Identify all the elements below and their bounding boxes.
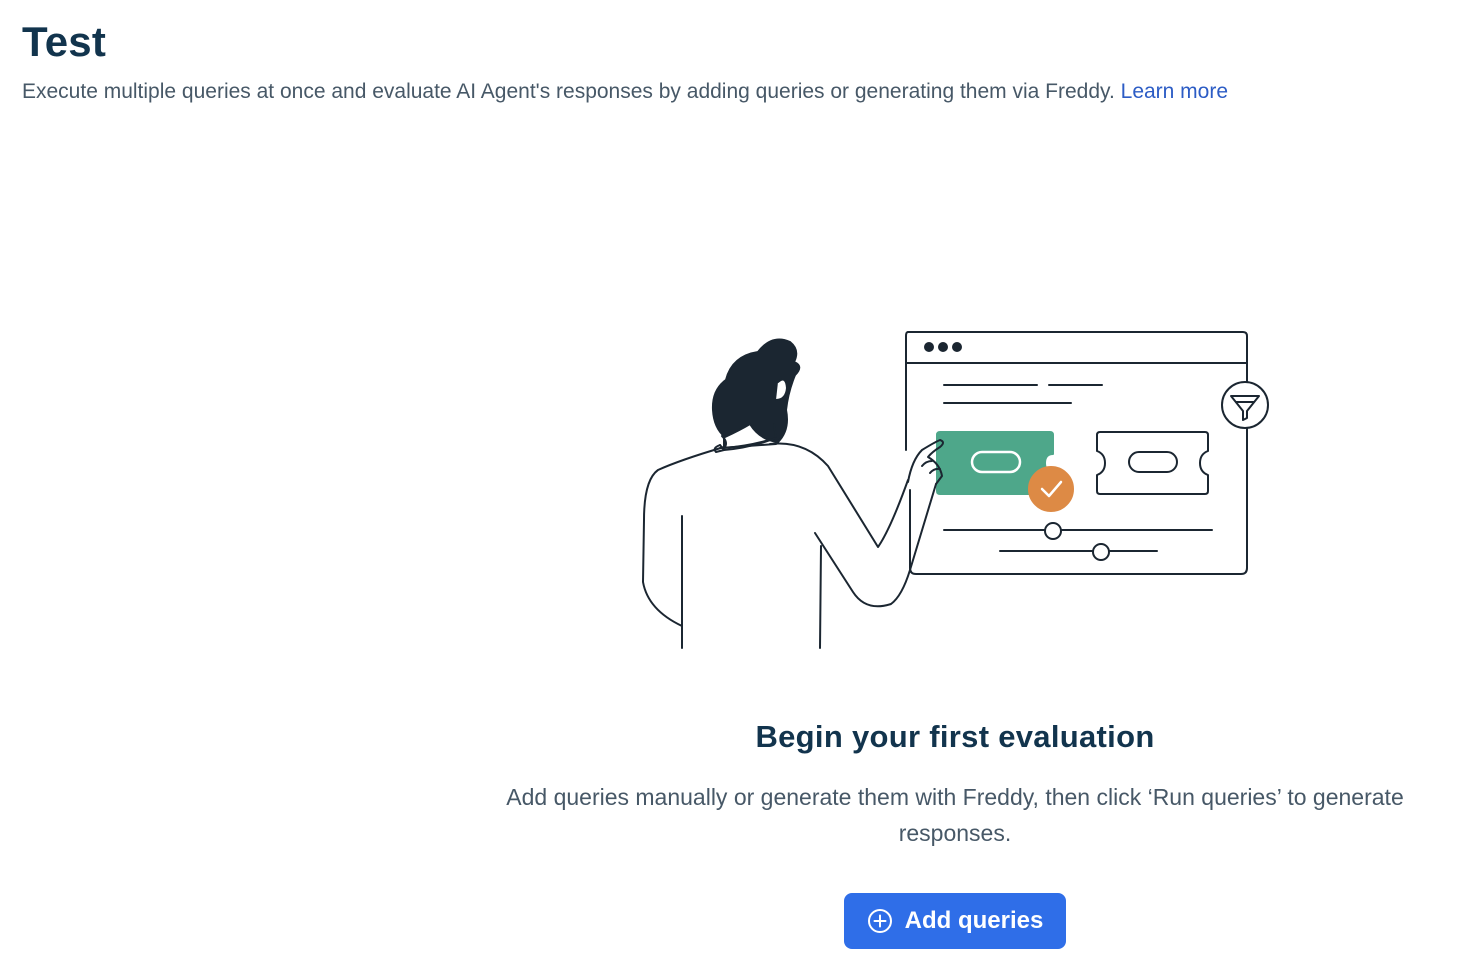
empty-state-title: Begin your first evaluation — [755, 719, 1155, 754]
filter-icon — [1221, 381, 1269, 429]
description-text: Execute multiple queries at once and eva… — [22, 80, 1115, 103]
empty-state-illustration — [642, 331, 1269, 649]
empty-state-text: Add queries manually or generate them wi… — [506, 784, 1404, 846]
page-title: Test — [22, 18, 107, 65]
query-card-icon — [1096, 431, 1209, 495]
slider-icon — [943, 522, 1213, 561]
add-queries-button[interactable]: Add queries — [844, 893, 1066, 949]
page-description: Execute multiple queries at once and eva… — [22, 78, 1442, 106]
plus-circle-icon — [867, 909, 892, 933]
check-badge-icon — [1028, 466, 1074, 512]
page-header: Test Execute multiple queries at once an… — [22, 14, 1442, 106]
add-queries-label: Add queries — [904, 907, 1044, 934]
learn-more-link[interactable]: Learn more — [1121, 80, 1228, 103]
person-figure — [642, 338, 944, 649]
